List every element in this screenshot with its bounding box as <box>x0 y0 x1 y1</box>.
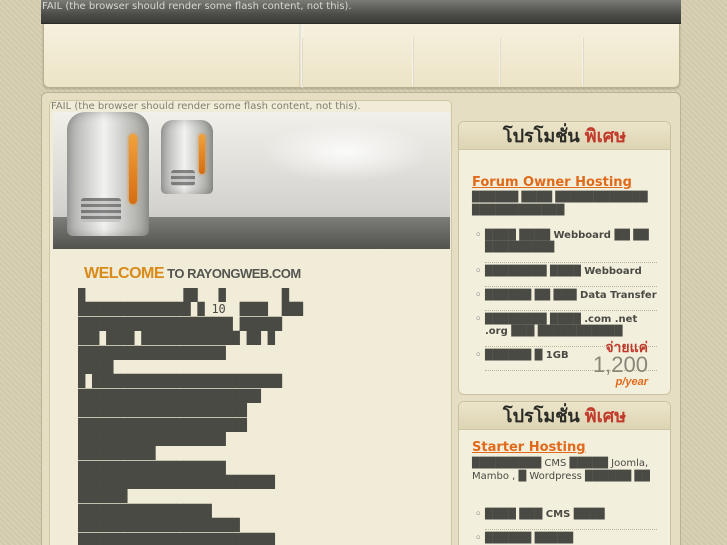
nav-separator <box>582 38 584 86</box>
body-line: █████████████████████ <box>78 345 226 360</box>
nav-separator <box>499 38 501 86</box>
body-line: ████████████████████████████ <box>78 532 275 545</box>
body-line: ███████████████████████ <box>78 518 240 533</box>
starter-hosting-link[interactable]: Starter Hosting <box>472 440 586 455</box>
promo-box-starter-hosting: โปรโมชั่น พิเศษ Starter Hosting ████████… <box>458 401 671 545</box>
body-line: ████████████████████████ <box>78 417 247 432</box>
forum-owner-hosting-link[interactable]: Forum Owner Hosting <box>472 175 632 190</box>
body-line: ████████████████ █ 10 ████ ███ <box>78 302 303 317</box>
list-item: ◦ ████ ███ CMS ████ <box>475 508 657 530</box>
list-item: ◦ ████████ ████ Webboard <box>475 265 657 287</box>
promo-description: ██████ ████ ████████████ ████████████ <box>472 192 648 216</box>
body-line: ███████████ <box>78 446 156 461</box>
body-line: ██████████████████████████ <box>78 388 261 403</box>
cloud-graphic <box>260 122 430 182</box>
body-line: █████ <box>78 359 114 374</box>
body-line: ███████ <box>78 489 128 504</box>
body-line: █ ███████████████████████████ <box>78 374 282 389</box>
body-line: █████████████████████ <box>78 431 226 446</box>
price-block: จ่ายแค่ 1,200 p/year <box>593 340 648 388</box>
list-item: ◦ ██████ █████ <box>475 532 657 545</box>
navigation-band <box>43 24 680 88</box>
promo-description: █████████ CMS █████ Joomla, Mambo , █ Wo… <box>472 458 650 482</box>
body-line: ████████████████████████ <box>78 403 247 418</box>
promo-feature-list: ◦ ████ ███ CMS ████ ◦ ██████ █████ <box>475 508 657 545</box>
body-line: ████████████████████████████ <box>78 475 275 490</box>
list-item: ◦ ████ ████ Webboard ██ ██ █████████ <box>475 229 657 263</box>
hero-banner <box>53 112 450 249</box>
top-bar: FAIL (the browser should render some fla… <box>41 0 681 24</box>
promo-heading: โปรโมชั่น พิเศษ <box>459 402 670 430</box>
body-line: ███████████████████ <box>78 503 212 518</box>
body-line: █████████████████████ <box>78 460 226 475</box>
promo-box-forum-hosting: โปรโมชั่น พิเศษ Forum Owner Hosting ████… <box>458 121 671 395</box>
promo-heading: โปรโมชั่น พิเศษ <box>459 122 670 150</box>
welcome-heading: WELCOME TO RAYONGWEB.COM <box>84 265 301 283</box>
nav-separator <box>301 38 303 86</box>
nav-separator <box>412 38 414 86</box>
welcome-body-text: █ ██ █ █ ████████████████ █ 10 ████ ███ … <box>78 288 428 545</box>
body-line: █ ██ █ █ <box>78 288 289 302</box>
welcome-highlight: WELCOME <box>84 265 165 282</box>
server-illustration-small <box>161 120 213 194</box>
server-illustration-large <box>67 112 149 236</box>
price-value: 1,200 <box>592 352 648 377</box>
welcome-site-name: TO RAYONGWEB.COM <box>164 266 301 281</box>
body-line: ██████████████████████ ██████ <box>78 316 282 331</box>
flash-fallback-header: FAIL (the browser should render some fla… <box>42 1 352 12</box>
body-line: ███ ████ ██████████████ ██ █ <box>78 331 275 346</box>
price-unit: p/year <box>615 376 648 388</box>
list-item: ◦ ██████ ██ ███ Data Transfer <box>475 289 657 311</box>
flash-fallback-main: FAIL (the browser should render some fla… <box>51 101 361 112</box>
